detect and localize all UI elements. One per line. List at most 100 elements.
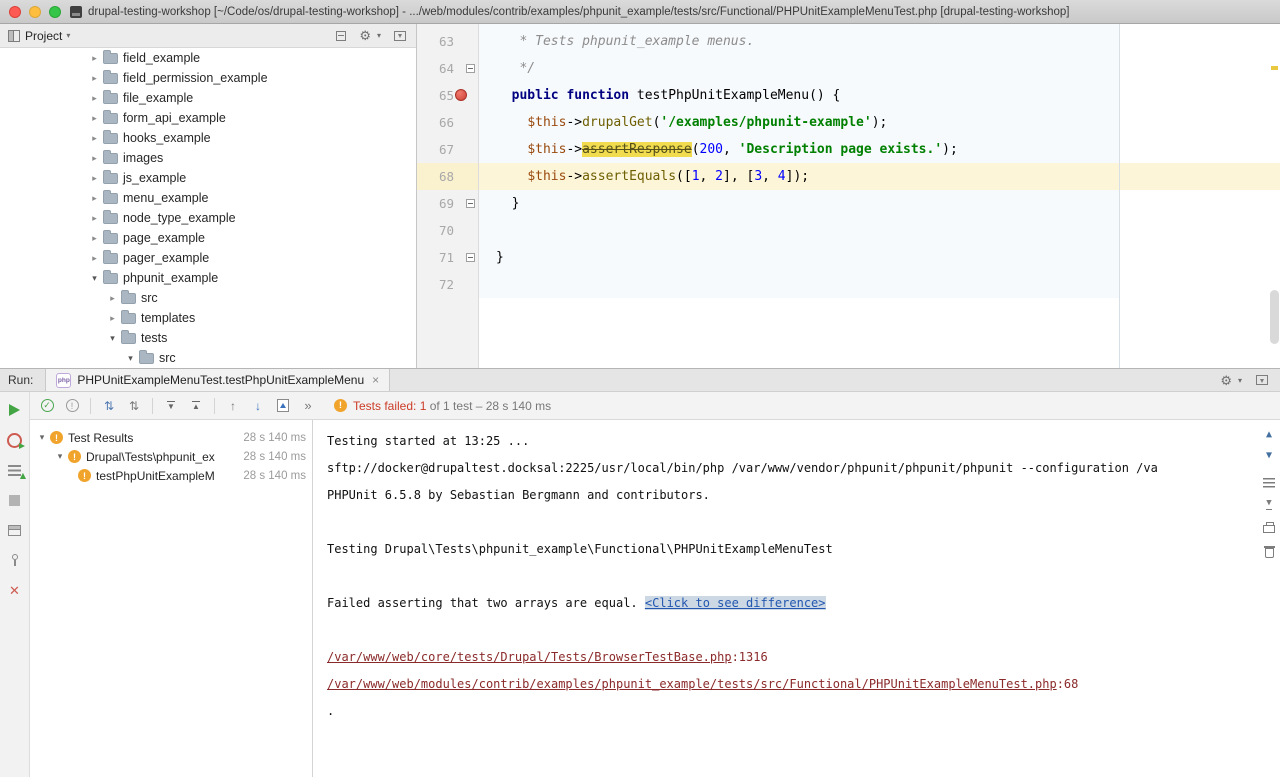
warning-stripe-mark[interactable] <box>1271 66 1278 70</box>
tree-item-tests[interactable]: ▾tests <box>0 328 416 348</box>
tree-item-form-api-example[interactable]: ▸form_api_example <box>0 108 416 128</box>
tree-item-tests-src[interactable]: ▾src <box>0 348 416 368</box>
chevron-right-icon[interactable]: ▸ <box>106 313 119 324</box>
stop-button[interactable] <box>6 491 24 509</box>
editor-scrollbar-thumb[interactable] <box>1270 290 1279 344</box>
close-run-panel-button[interactable]: ✕ <box>6 581 24 599</box>
editor[interactable]: 63 64 65 66 67 68 69 70 71 72 * Tests ph… <box>417 24 1280 368</box>
chevron-down-icon[interactable]: ▾ <box>36 432 48 443</box>
next-failed-test-button[interactable]: ↓ <box>249 397 267 415</box>
minimize-window-button[interactable] <box>29 6 41 18</box>
tree-item-images[interactable]: ▸images <box>0 148 416 168</box>
code-line-71[interactable]: } <box>496 244 1280 271</box>
sort-alphabetically-button[interactable]: ⇅ <box>100 397 118 415</box>
chevron-right-icon[interactable]: ▸ <box>88 213 101 224</box>
zoom-window-button[interactable] <box>49 6 61 18</box>
tree-item-js-example[interactable]: ▸js_example <box>0 168 416 188</box>
tree-item-page-example[interactable]: ▸page_example <box>0 228 416 248</box>
fold-marker-icon[interactable] <box>466 64 475 73</box>
chevron-right-icon[interactable]: ▸ <box>88 173 101 184</box>
stacktrace-down-button[interactable]: ▼ <box>1266 451 1272 461</box>
tree-item-node-type-example[interactable]: ▸node_type_example <box>0 208 416 228</box>
chevron-right-icon[interactable]: ▸ <box>88 73 101 84</box>
collapse-all-button[interactable]: ▲ <box>187 397 205 415</box>
fold-marker-icon[interactable] <box>466 199 475 208</box>
tree-item-menu-example[interactable]: ▸menu_example <box>0 188 416 208</box>
run-tab-phpunit[interactable]: php PHPUnitExampleMenuTest.testPhpUnitEx… <box>45 369 390 391</box>
test-results-root-row[interactable]: ▾ ! Test Results 28 s 140 ms <box>30 428 312 447</box>
run-settings-button[interactable]: ⚙ ▾ <box>1220 374 1242 387</box>
chevron-right-icon[interactable]: ▸ <box>88 253 101 264</box>
run-tab-bar: Run: php PHPUnitExampleMenuTest.testPhpU… <box>0 369 1280 392</box>
tree-item-hooks-example[interactable]: ▸hooks_example <box>0 128 416 148</box>
rerun-button[interactable] <box>6 401 24 419</box>
chevron-right-icon[interactable]: ▸ <box>88 113 101 124</box>
print-icon[interactable] <box>1263 525 1275 533</box>
toggle-auto-test-button[interactable] <box>6 461 24 479</box>
clear-console-icon[interactable] <box>1265 548 1274 558</box>
chevron-right-icon[interactable]: ▸ <box>88 193 101 204</box>
rerun-failed-tests-button[interactable] <box>6 431 24 449</box>
sort-by-duration-button[interactable]: ⇅ <box>125 397 143 415</box>
project-settings-button[interactable]: ⚙ ▾ <box>359 29 381 42</box>
code-line-66[interactable]: $this->drupalGet('/examples/phpunit-exam… <box>496 109 1280 136</box>
folder-icon <box>103 113 118 124</box>
chevron-down-icon[interactable]: ▾ <box>66 31 70 40</box>
chevron-right-icon[interactable]: ▸ <box>88 153 101 164</box>
console-output: Testing started at 13:25 ... sftp://dock… <box>313 420 1280 725</box>
folder-icon <box>103 273 118 284</box>
chevron-right-icon[interactable]: ▸ <box>88 233 101 244</box>
pin-tab-button[interactable] <box>6 551 24 569</box>
tree-item-templates[interactable]: ▸templates <box>0 308 416 328</box>
chevron-right-icon[interactable]: ▸ <box>88 133 101 144</box>
collapse-all-icon[interactable] <box>336 31 346 41</box>
test-console[interactable]: Testing started at 13:25 ... sftp://dock… <box>313 420 1280 777</box>
chevron-right-icon[interactable]: ▸ <box>88 93 101 104</box>
test-class-row[interactable]: ▾ ! Drupal\Tests\phpunit_ex 28 s 140 ms <box>30 447 312 466</box>
toolbar-overflow-button[interactable]: » <box>299 397 317 415</box>
hide-panel-icon[interactable] <box>394 31 406 41</box>
tree-item-pager-example[interactable]: ▸ pager_example <box>0 248 416 268</box>
scroll-to-end-icon[interactable]: ▼ <box>1266 499 1271 510</box>
code-area[interactable]: * Tests phpunit_example menus. */ public… <box>479 24 1280 368</box>
restore-layout-button[interactable] <box>6 521 24 539</box>
chevron-right-icon[interactable]: ▸ <box>106 293 119 304</box>
tree-item-field-example[interactable]: ▸field_example <box>0 48 416 68</box>
chevron-right-icon[interactable]: ▸ <box>88 53 101 64</box>
soft-wrap-icon[interactable] <box>1263 478 1275 488</box>
chevron-down-icon[interactable]: ▾ <box>88 273 101 284</box>
expand-all-button[interactable]: ▼ <box>162 397 180 415</box>
see-difference-link[interactable]: <Click to see difference> <box>645 596 826 610</box>
file-link[interactable]: /var/www/web/core/tests/Drupal/Tests/Bro… <box>327 650 732 664</box>
import-test-results-button[interactable] <box>274 397 292 415</box>
test-failed-gutter-icon[interactable] <box>455 89 467 101</box>
test-method-row[interactable]: ! testPhpUnitExampleM 28 s 140 ms <box>30 466 312 485</box>
chevron-down-icon[interactable]: ▾ <box>106 333 119 344</box>
code-line-69[interactable]: } <box>496 190 1280 217</box>
code-line-70[interactable] <box>496 217 1280 244</box>
code-line-64[interactable]: */ <box>496 55 1280 82</box>
tree-item-file-example[interactable]: ▸file_example <box>0 88 416 108</box>
file-link[interactable]: /var/www/web/modules/contrib/examples/ph… <box>327 677 1057 691</box>
tree-item-label: pager_example <box>123 251 209 265</box>
chevron-down-icon[interactable]: ▾ <box>54 451 66 462</box>
stacktrace-up-button[interactable]: ▲ <box>1266 430 1272 440</box>
chevron-down-icon[interactable]: ▾ <box>124 353 137 364</box>
code-line-68[interactable]: $this->assertEquals([1, 2], [3, 4]); <box>496 163 1280 190</box>
project-panel-header[interactable]: Project ▾ ⚙ ▾ <box>0 24 416 48</box>
tree-item-phpunit-example[interactable]: ▾phpunit_example <box>0 268 416 288</box>
fold-marker-icon[interactable] <box>466 253 475 262</box>
tree-item-phpunit-src[interactable]: ▸src <box>0 288 416 308</box>
show-passed-button[interactable]: ✓ <box>38 397 56 415</box>
hide-panel-icon[interactable] <box>1256 375 1268 385</box>
show-ignored-button[interactable]: ! <box>63 397 81 415</box>
code-token: } <box>496 250 504 265</box>
code-line-67[interactable]: $this->assertResponse(200, 'Description … <box>496 136 1280 163</box>
code-line-63[interactable]: * Tests phpunit_example menus. <box>496 28 1280 55</box>
code-line-65[interactable]: public function testPhpUnitExampleMenu()… <box>496 82 1280 109</box>
close-tab-icon[interactable]: × <box>372 373 379 387</box>
code-line-72[interactable] <box>496 271 1280 298</box>
previous-failed-test-button[interactable]: ↑ <box>224 397 242 415</box>
tree-item-field-permission-example[interactable]: ▸field_permission_example <box>0 68 416 88</box>
close-window-button[interactable] <box>9 6 21 18</box>
